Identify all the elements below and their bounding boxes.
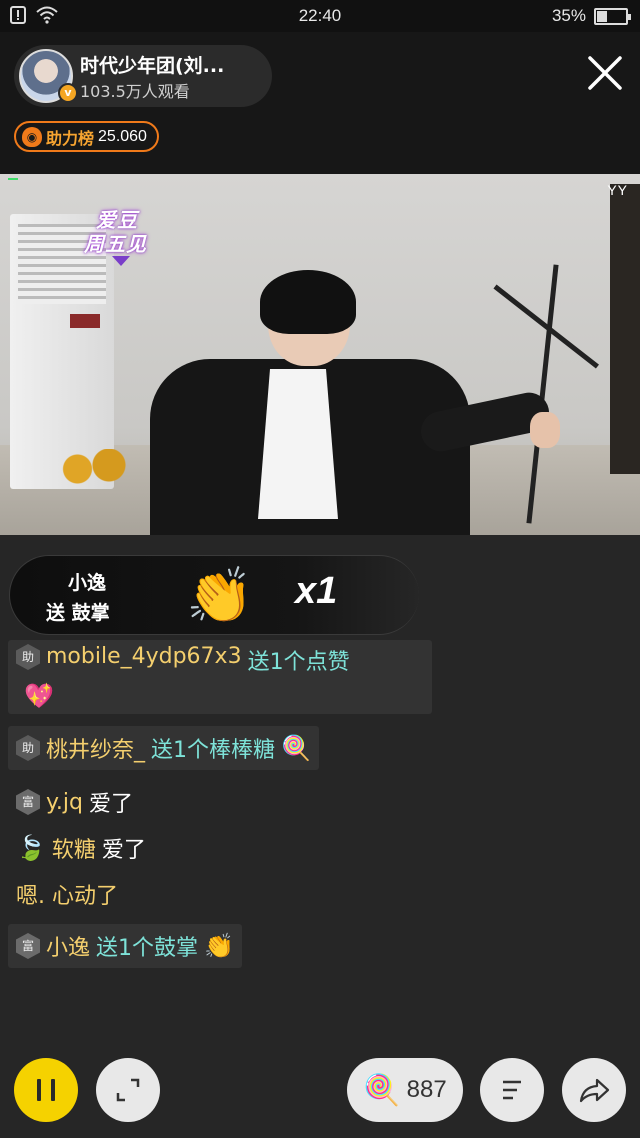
performer-shirt: [258, 369, 338, 519]
chat-message: 助 mobile_4ydp67x3 送1个点赞 💖: [8, 640, 432, 714]
support-badge-icon: 助: [16, 735, 40, 761]
clapping-hands-icon: 👏: [186, 564, 254, 627]
chat-username[interactable]: 桃井纱奈_: [46, 732, 145, 764]
chat-username[interactable]: mobile_4ydp67x3: [46, 644, 242, 669]
show-logo: 爱豆 周五见: [82, 204, 162, 266]
yy-watermark: YY: [607, 182, 628, 198]
heart-icon: 💖: [24, 682, 54, 710]
fullscreen-icon: [116, 1078, 140, 1102]
chat-text: 送1个点赞: [247, 650, 350, 675]
menu-button[interactable]: [480, 1058, 544, 1122]
battery-percent: 35%: [551, 6, 586, 25]
chat-username[interactable]: 小逸: [46, 930, 90, 962]
performer-hair: [260, 270, 356, 334]
chat-username[interactable]: 软糖: [52, 832, 96, 864]
gift-sender: 小逸: [68, 572, 107, 594]
leaf-icon: 🍃: [16, 834, 46, 862]
menu-icon: [503, 1080, 521, 1100]
rich-badge-icon: 富: [16, 933, 40, 959]
chat-message: 富 y.jq 爱了: [8, 782, 133, 822]
v-badge-icon: v: [58, 83, 78, 103]
clock: 22:40: [298, 6, 342, 25]
bottom-toolbar: 🍭 887: [0, 1058, 640, 1128]
gift-count: x1: [295, 570, 338, 612]
signal-indicator: [8, 178, 18, 180]
battery-fill: [597, 10, 607, 22]
live-video[interactable]: 爱豆 周五见 YY: [0, 174, 640, 535]
pause-icon: [37, 1079, 55, 1101]
lollipop-icon: 🍭: [363, 1072, 401, 1108]
clapping-hands-icon: 👏: [204, 932, 234, 960]
share-icon: [579, 1078, 610, 1103]
performer-hand: [530, 412, 560, 448]
status-bar: 22:40 35%: [0, 0, 640, 32]
plush-toys: [60, 449, 130, 489]
gift-banner: 小逸 送 鼓掌 👏 x1: [9, 555, 419, 635]
gift-button[interactable]: 🍭 887: [347, 1058, 463, 1122]
rich-badge-icon: 富: [16, 789, 40, 815]
chat-message: 富 小逸 送1个鼓掌 👏: [8, 924, 242, 968]
gift-action: 送 鼓掌: [46, 602, 110, 624]
chat-message: 嗯. 心动了: [8, 874, 118, 914]
video-door: [610, 184, 640, 474]
live-header: v 时代少年团(刘... 103.5万人观看 ◉ 助力榜 25.060: [0, 32, 640, 174]
viewer-count: 103.5万人观看: [80, 82, 190, 101]
chat-username[interactable]: y.jq: [46, 790, 83, 815]
close-icon[interactable]: [584, 52, 626, 94]
fullscreen-button[interactable]: [96, 1058, 160, 1122]
rank-value: 25.060: [98, 127, 147, 145]
support-badge-icon: 助: [16, 644, 40, 670]
chat-text: 爱了: [88, 792, 133, 817]
pause-button[interactable]: [14, 1058, 78, 1122]
anchor-info[interactable]: v 时代少年团(刘... 103.5万人观看: [14, 45, 272, 107]
chat-message: 助 桃井纱奈_ 送1个棒棒糖 🍭: [8, 726, 319, 770]
share-button[interactable]: [562, 1058, 626, 1122]
rank-label: 助力榜: [46, 128, 95, 148]
chat-text: 送1个棒棒糖: [151, 738, 276, 763]
anchor-name: 时代少年团(刘...: [80, 55, 225, 77]
gift-balance: 887: [406, 1076, 447, 1103]
chat-text: 送1个鼓掌: [96, 936, 199, 961]
lollipop-icon: 🍭: [281, 734, 311, 762]
chat-text: 嗯. 心动了: [16, 884, 118, 909]
chat-message: 🍃 软糖 爱了: [8, 828, 146, 868]
support-rank-badge[interactable]: ◉ 助力榜 25.060: [14, 121, 159, 152]
chat-text: 爱了: [101, 838, 146, 863]
logo-line-2: 周五见: [84, 232, 147, 256]
shield-icon: ◉: [22, 126, 42, 147]
battery-icon: [594, 7, 631, 25]
